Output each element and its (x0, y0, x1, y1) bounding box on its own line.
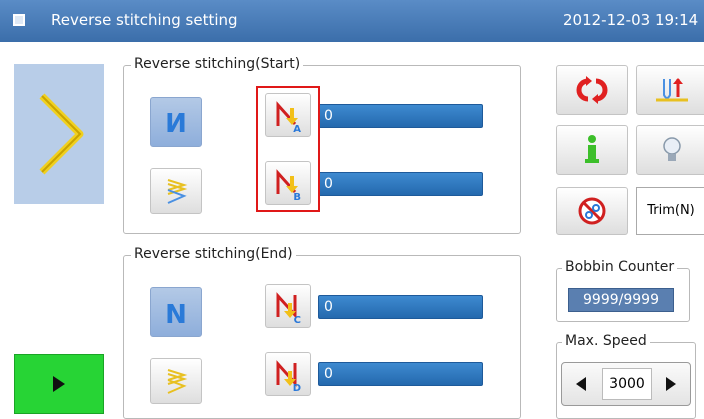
window-title: Reverse stitching setting (51, 11, 238, 29)
letter-c: C (293, 315, 301, 326)
bobbin-title: Bobbin Counter (562, 259, 678, 275)
reverse-d-button[interactable]: D (265, 352, 311, 396)
field-c-value[interactable]: 0 (318, 295, 483, 319)
speed-decrease-button[interactable] (564, 363, 598, 405)
stitch-preview (14, 64, 104, 204)
info-button[interactable] (556, 125, 628, 175)
needle-icon (656, 78, 688, 102)
window-icon (13, 14, 25, 26)
zigzag-toggle-start-button[interactable] (150, 168, 202, 214)
left-arrow-icon (576, 377, 586, 391)
n-pattern-icon: N (165, 300, 187, 327)
no-trim-button[interactable] (556, 187, 628, 235)
zigzag-preview-icon (39, 93, 84, 175)
trim-label[interactable]: Trim(N) (636, 187, 704, 235)
end-legend: Reverse stitching(End) (131, 246, 296, 262)
refresh-button[interactable] (556, 65, 628, 115)
speed-increase-button[interactable] (654, 363, 688, 405)
needle-button[interactable] (636, 65, 704, 115)
play-icon (53, 376, 65, 392)
refresh-icon (576, 76, 608, 104)
speed-stepper: 3000 (561, 362, 691, 406)
reverse-n-icon: N (165, 109, 187, 137)
play-button[interactable] (14, 354, 104, 414)
zigzag-toggle-end-button[interactable] (150, 358, 202, 404)
svg-text:N: N (165, 109, 187, 137)
speed-title: Max. Speed (562, 333, 650, 349)
letter-d: D (292, 383, 301, 394)
no-trim-icon (578, 197, 606, 225)
field-d-value[interactable]: 0 (318, 362, 483, 386)
info-icon (585, 135, 599, 163)
right-arrow-icon (666, 377, 676, 391)
title-bar: Reverse stitching setting 2012-12-03 19:… (0, 0, 704, 42)
svg-text:N: N (165, 300, 187, 327)
reverse-c-button[interactable]: C (265, 284, 311, 328)
speed-value: 3000 (602, 368, 652, 400)
bobbin-counter-value[interactable]: 9999/9999 (568, 288, 674, 312)
field-b-value[interactable]: 0 (318, 172, 483, 196)
datetime: 2012-12-03 19:14 (563, 11, 699, 29)
field-a-value[interactable]: 0 (318, 104, 483, 128)
reverse-n-button[interactable]: N (150, 97, 202, 147)
zigzag-toggle-icon (167, 369, 188, 394)
n-pattern-button[interactable]: N (150, 287, 202, 337)
start-legend: Reverse stitching(Start) (131, 56, 304, 72)
zigzag-toggle-icon (167, 179, 188, 204)
bulb-icon (663, 137, 681, 161)
selection-highlight (256, 86, 320, 212)
bulb-button[interactable] (636, 125, 704, 175)
